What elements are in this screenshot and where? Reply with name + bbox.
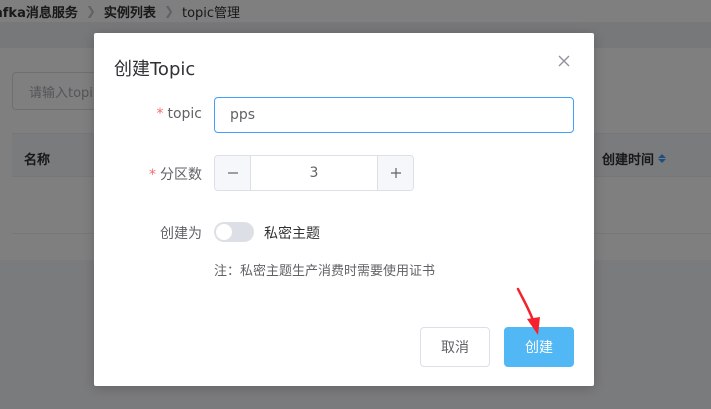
private-topic-switch[interactable] xyxy=(214,222,254,242)
cancel-button[interactable]: 取消 xyxy=(420,327,490,367)
certificate-note: 注：私密主题生产消费时需要使用证书 xyxy=(214,264,436,279)
annotation-arrow-icon xyxy=(516,287,540,335)
partitions-label-text: 分区数 xyxy=(160,167,202,183)
required-asterisk: * xyxy=(149,167,156,183)
partitions-label: * 分区数 xyxy=(149,164,202,184)
topic-label: * topic xyxy=(156,106,202,122)
decrement-button[interactable] xyxy=(215,156,251,190)
topic-input[interactable] xyxy=(214,97,574,133)
partitions-value[interactable]: 3 xyxy=(251,156,377,190)
private-topic-label: 私密主题 xyxy=(264,226,320,242)
topic-label-text: topic xyxy=(167,106,202,122)
dialog-title: 创建Topic xyxy=(114,59,196,80)
required-asterisk: * xyxy=(156,106,164,122)
partitions-stepper: 3 xyxy=(214,155,414,191)
create-as-label: 创建为 xyxy=(160,226,202,242)
minus-icon xyxy=(227,172,238,174)
close-icon[interactable] xyxy=(556,53,572,69)
switch-knob xyxy=(216,224,232,240)
plus-icon xyxy=(390,168,401,178)
increment-button[interactable] xyxy=(377,156,413,190)
